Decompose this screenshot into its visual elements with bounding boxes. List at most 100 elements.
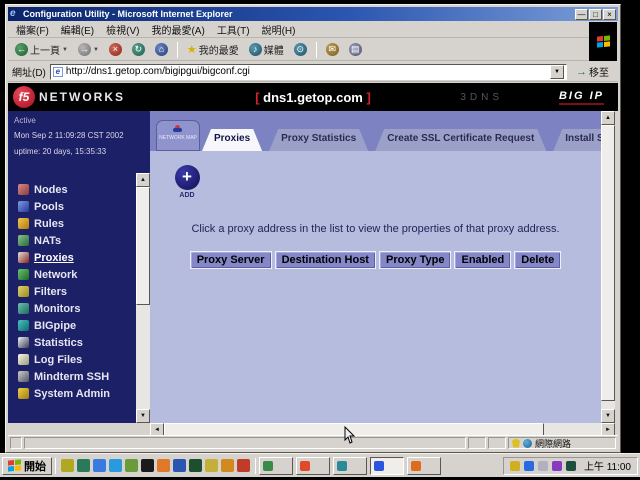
proxies-icon: [18, 252, 29, 263]
toolbar-separator: [177, 42, 178, 58]
scroll-up-icon[interactable]: ▲: [601, 111, 615, 125]
history-button[interactable]: ⊙: [291, 42, 310, 57]
sidebar-item-rules[interactable]: Rules: [18, 215, 136, 232]
task-button[interactable]: [407, 457, 441, 475]
sidebar-item-nodes[interactable]: Nodes: [18, 181, 136, 198]
quicklaunch-icon[interactable]: [205, 459, 218, 472]
address-dropdown-icon[interactable]: ▼: [550, 65, 564, 79]
sidebar-item-bigpipe[interactable]: BIGpipe: [18, 317, 136, 334]
quicklaunch-icon[interactable]: [109, 459, 122, 472]
sidebar-item-mindterm-ssh[interactable]: Mindterm SSH: [18, 368, 136, 385]
add-icon[interactable]: +: [175, 165, 200, 190]
quicklaunch-icon[interactable]: [141, 459, 154, 472]
network-map-button[interactable]: NETWORK MAP: [156, 120, 200, 151]
menu-help[interactable]: 說明(H): [262, 22, 296, 37]
menu-file[interactable]: 檔案(F): [16, 22, 49, 37]
media-button[interactable]: ♪ 媒體: [246, 41, 287, 58]
scroll-up-icon[interactable]: ▲: [136, 173, 150, 187]
sidebar-item-nats[interactable]: NATs: [18, 232, 136, 249]
mail-button[interactable]: ✉: [323, 42, 342, 57]
tab-install-ssl-certificate[interactable]: Install SSL Certifi: [553, 129, 601, 151]
rules-icon: [18, 218, 29, 229]
quicklaunch-icon[interactable]: [93, 459, 106, 472]
sidebar-item-monitors[interactable]: Monitors: [18, 300, 136, 317]
sidebar-item-network[interactable]: Network: [18, 266, 136, 283]
menu-edit[interactable]: 編輯(E): [61, 22, 94, 37]
column-delete[interactable]: Delete: [514, 251, 561, 269]
ie-icon: e: [10, 9, 20, 19]
sidebar-item-filters[interactable]: Filters: [18, 283, 136, 300]
sidebar-scrollbar[interactable]: ▲ ▼: [136, 173, 150, 423]
address-bar: 網址(D) e http://dns1.getop.com/bigipgui/b…: [8, 62, 618, 82]
quicklaunch-icon[interactable]: [189, 459, 202, 472]
tray-icon[interactable]: [510, 461, 520, 471]
scrollbar-thumb[interactable]: [136, 187, 150, 305]
menu-tools[interactable]: 工具(T): [217, 22, 250, 37]
quicklaunch-icon[interactable]: [237, 459, 250, 472]
content-frame: NETWORK MAP Proxies Proxy Statistics Cre…: [150, 111, 601, 423]
column-proxy-type[interactable]: Proxy Type: [379, 251, 452, 269]
sidebar-item-system-admin[interactable]: System Admin: [18, 385, 136, 402]
internet-globe-icon: [523, 439, 532, 448]
scrollbar-thumb[interactable]: [601, 125, 615, 401]
scroll-down-icon[interactable]: ▼: [601, 409, 615, 423]
print-button[interactable]: ▤: [346, 42, 365, 57]
quicklaunch-icon[interactable]: [125, 459, 138, 472]
pools-icon: [18, 201, 29, 212]
column-enabled[interactable]: Enabled: [454, 251, 511, 269]
maximize-button[interactable]: □: [589, 9, 602, 20]
log-files-icon: [18, 354, 29, 365]
sidebar-item-proxies[interactable]: Proxies: [18, 249, 136, 266]
sidebar-item-pools[interactable]: Pools: [18, 198, 136, 215]
start-button[interactable]: 開始: [2, 457, 52, 475]
title-bar[interactable]: e Configuration Utility - Microsoft Inte…: [8, 7, 618, 21]
scroll-down-icon[interactable]: ▼: [136, 409, 150, 423]
status-pane-main: [24, 437, 466, 449]
go-button[interactable]: → 移至: [571, 63, 614, 80]
home-button[interactable]: ⌂: [152, 42, 171, 57]
sidebar-item-statistics[interactable]: Statistics: [18, 334, 136, 351]
menu-favorites[interactable]: 我的最愛(A): [151, 22, 204, 37]
windows-taskbar: 開始: [0, 453, 640, 477]
stop-button[interactable]: ×: [106, 42, 125, 57]
quicklaunch-icon[interactable]: [61, 459, 74, 472]
task-button[interactable]: [333, 457, 367, 475]
tray-icon[interactable]: [566, 461, 576, 471]
column-proxy-server[interactable]: Proxy Server: [190, 251, 272, 269]
nodes-icon: [18, 184, 29, 195]
close-button[interactable]: ×: [603, 9, 616, 20]
refresh-button[interactable]: ↻: [129, 42, 148, 57]
quicklaunch-icon[interactable]: [221, 459, 234, 472]
status-uptime: uptime: 20 days, 15:35:33: [14, 147, 132, 156]
tray-icon[interactable]: [552, 461, 562, 471]
tab-create-ssl-certificate-request[interactable]: Create SSL Certificate Request: [375, 129, 546, 151]
forward-dropdown-icon[interactable]: ▼: [93, 47, 99, 53]
add-proxy-button[interactable]: + ADD: [172, 165, 202, 199]
task-button-active[interactable]: [370, 457, 404, 475]
tray-icon[interactable]: [538, 461, 548, 471]
back-button[interactable]: ← 上一頁 ▼: [12, 41, 71, 58]
tab-proxies[interactable]: Proxies: [202, 129, 262, 151]
menu-view[interactable]: 檢視(V): [106, 22, 139, 37]
start-flag-icon: [8, 459, 21, 471]
network-map-icon: [173, 125, 183, 133]
content-scrollbar[interactable]: ▲ ▼: [601, 111, 615, 423]
desktop: e Configuration Utility - Microsoft Inte…: [0, 0, 640, 480]
instruction-text: Click a proxy address in the list to vie…: [150, 223, 601, 235]
forward-button[interactable]: → ▼: [75, 42, 102, 57]
back-dropdown-icon[interactable]: ▼: [62, 47, 68, 53]
tab-proxy-statistics[interactable]: Proxy Statistics: [269, 129, 368, 151]
sidebar-item-log-files[interactable]: Log Files: [18, 351, 136, 368]
tray-icon[interactable]: [524, 461, 534, 471]
favorites-button[interactable]: ★ 我的最愛: [184, 41, 242, 58]
quicklaunch-icon[interactable]: [77, 459, 90, 472]
quicklaunch-icon[interactable]: [173, 459, 186, 472]
f5-header: f5 NETWORKS [ dns1.getop.com ] 3DNS BIG …: [8, 83, 618, 111]
task-button[interactable]: [296, 457, 330, 475]
task-button[interactable]: [259, 457, 293, 475]
address-field[interactable]: e http://dns1.getop.com/bigipgui/bigconf…: [50, 64, 567, 80]
minimize-button[interactable]: —: [575, 9, 588, 20]
column-destination-host[interactable]: Destination Host: [275, 251, 376, 269]
url-text[interactable]: http://dns1.getop.com/bigipgui/bigconf.c…: [66, 66, 547, 77]
quicklaunch-icon[interactable]: [157, 459, 170, 472]
